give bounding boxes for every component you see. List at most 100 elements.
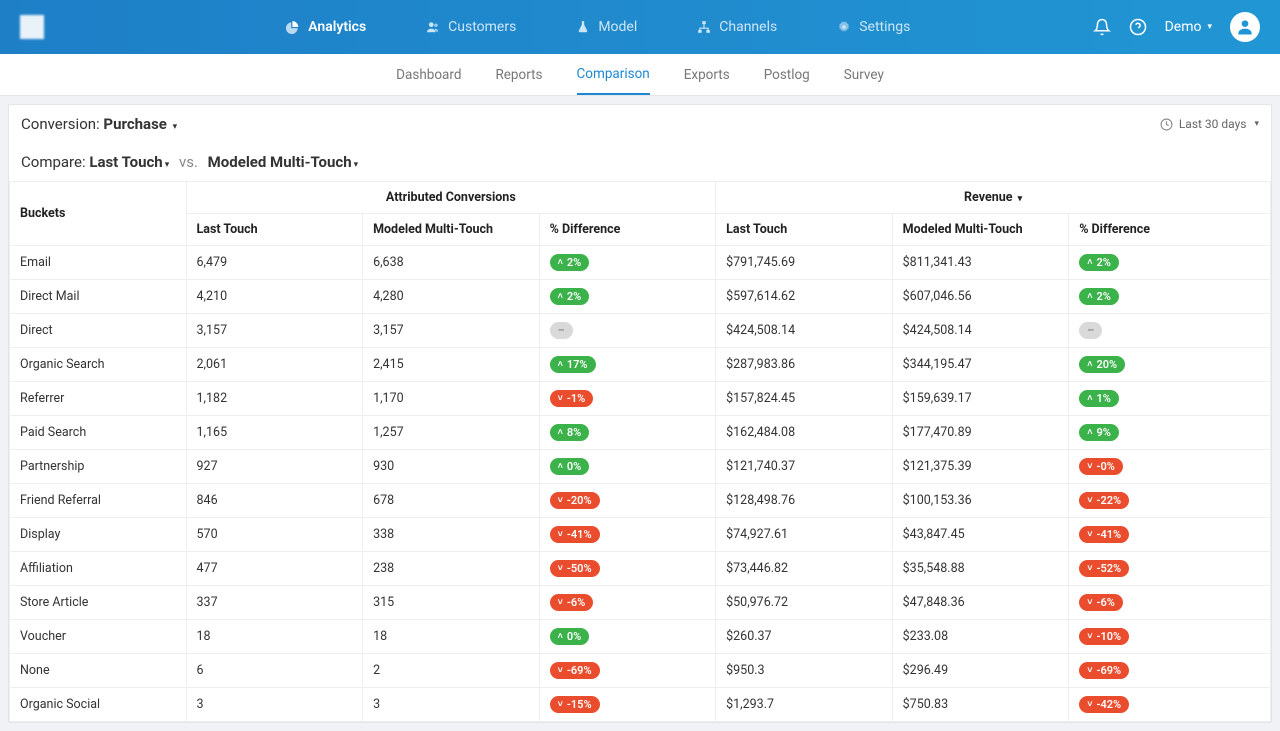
cell-conv-diff: ˅-20%	[539, 484, 716, 518]
cell-conv-model: 238	[363, 552, 540, 586]
nav-settings[interactable]: Settings	[827, 13, 920, 41]
bell-icon[interactable]	[1093, 18, 1111, 36]
date-range-picker[interactable]: Last 30 days ▾	[1160, 117, 1259, 131]
cell-bucket: Email	[10, 246, 187, 280]
tab-reports[interactable]: Reports	[495, 56, 542, 94]
arrow-down-icon: ˅	[558, 597, 563, 608]
cell-rev-last: $287,983.86	[716, 348, 893, 382]
cell-rev-last: $950.3	[716, 654, 893, 688]
cell-rev-last: $260.37	[716, 620, 893, 654]
arrow-down-icon: ˅	[558, 495, 563, 506]
nav-label: Analytics	[308, 19, 366, 35]
col-diff[interactable]: % Difference	[1069, 214, 1271, 246]
col-group-revenue[interactable]: Revenue ▾	[716, 182, 1271, 214]
diff-pill: –	[1079, 322, 1102, 339]
flask-icon	[576, 20, 590, 34]
conversion-selector[interactable]: Conversion: Purchase ▾	[21, 115, 177, 133]
compare-model-a[interactable]: Last Touch▾	[89, 153, 169, 171]
col-buckets[interactable]: Buckets	[10, 182, 187, 246]
arrow-up-icon: ˄	[558, 257, 563, 268]
table-row: Email6,4796,638˄2%$791,745.69$811,341.43…	[10, 246, 1271, 280]
cell-conv-model: 315	[363, 586, 540, 620]
cell-conv-diff: ˅-15%	[539, 688, 716, 722]
content: Conversion: Purchase ▾ Last 30 days ▾ Co…	[0, 96, 1280, 731]
user-name: Demo	[1165, 19, 1202, 35]
cell-conv-diff: ˅-1%	[539, 382, 716, 416]
cell-rev-model: $43,847.45	[892, 518, 1069, 552]
diff-pill: ˄2%	[550, 254, 590, 271]
cell-conv-model: 2	[363, 654, 540, 688]
user-menu[interactable]: Demo ▾	[1165, 19, 1212, 35]
cell-rev-model: $233.08	[892, 620, 1069, 654]
avatar[interactable]	[1230, 12, 1260, 42]
arrow-up-icon: ˄	[558, 359, 563, 370]
cell-bucket: Partnership	[10, 450, 187, 484]
tab-survey[interactable]: Survey	[844, 56, 884, 94]
col-last-touch[interactable]: Last Touch	[186, 214, 363, 246]
col-modeled[interactable]: Modeled Multi-Touch	[363, 214, 540, 246]
nav-channels[interactable]: Channels	[687, 13, 787, 41]
cell-rev-diff: ˄2%	[1069, 280, 1271, 314]
cell-bucket: Direct Mail	[10, 280, 187, 314]
cell-bucket: Affiliation	[10, 552, 187, 586]
arrow-down-icon: ˅	[1087, 529, 1092, 540]
table-row: Organic Search2,0612,415˄17%$287,983.86$…	[10, 348, 1271, 382]
col-last-touch[interactable]: Last Touch	[716, 214, 893, 246]
tab-comparison[interactable]: Comparison	[577, 55, 650, 95]
col-group-conversions: Attributed Conversions	[186, 182, 716, 214]
cell-rev-diff: ˄20%	[1069, 348, 1271, 382]
cell-rev-last: $50,976.72	[716, 586, 893, 620]
conversion-label: Conversion:	[21, 115, 100, 133]
arrow-up-icon: ˄	[1087, 393, 1092, 404]
nav-model[interactable]: Model	[566, 13, 647, 41]
cell-conv-diff: ˄2%	[539, 246, 716, 280]
cell-conv-last: 1,165	[186, 416, 363, 450]
cell-rev-diff: ˅-52%	[1069, 552, 1271, 586]
diff-pill: ˅-6%	[550, 594, 594, 611]
table-row: Friend Referral846678˅-20%$128,498.76$10…	[10, 484, 1271, 518]
table-row: Referrer1,1821,170˅-1%$157,824.45$159,63…	[10, 382, 1271, 416]
cell-conv-diff: ˄2%	[539, 280, 716, 314]
tab-postlog[interactable]: Postlog	[764, 56, 810, 94]
arrow-down-icon: ˅	[558, 563, 563, 574]
cell-rev-last: $162,484.08	[716, 416, 893, 450]
arrow-down-icon: ˅	[558, 699, 563, 710]
cell-conv-diff: ˄0%	[539, 450, 716, 484]
col-modeled[interactable]: Modeled Multi-Touch	[892, 214, 1069, 246]
table-row: Voucher1818˄0%$260.37$233.08˅-10%	[10, 620, 1271, 654]
cell-rev-diff: ˄1%	[1069, 382, 1271, 416]
nav-customers[interactable]: Customers	[416, 13, 526, 41]
compare-label: Compare:	[21, 153, 86, 171]
cell-conv-model: 4,280	[363, 280, 540, 314]
cell-conv-last: 477	[186, 552, 363, 586]
arrow-down-icon: ˅	[1087, 495, 1092, 506]
cell-conv-last: 6,479	[186, 246, 363, 280]
col-diff[interactable]: % Difference	[539, 214, 716, 246]
tab-dashboard[interactable]: Dashboard	[396, 56, 461, 94]
table-row: Direct3,1573,157–$424,508.14$424,508.14–	[10, 314, 1271, 348]
diff-pill: ˅-69%	[1079, 662, 1129, 679]
cell-conv-diff: ˄17%	[539, 348, 716, 382]
top-nav: Analytics Customers Model Channels Settings	[104, 13, 1093, 41]
arrow-down-icon: ˅	[1087, 563, 1092, 574]
table-row: Direct Mail4,2104,280˄2%$597,614.62$607,…	[10, 280, 1271, 314]
nav-label: Model	[598, 19, 637, 35]
table-row: Paid Search1,1651,257˄8%$162,484.08$177,…	[10, 416, 1271, 450]
cell-conv-last: 2,061	[186, 348, 363, 382]
compare-model-b[interactable]: Modeled Multi-Touch▾	[208, 153, 359, 171]
arrow-down-icon: ˅	[558, 529, 563, 540]
sub-nav: Dashboard Reports Comparison Exports Postlog…	[0, 54, 1280, 96]
cell-rev-last: $424,508.14	[716, 314, 893, 348]
tab-exports[interactable]: Exports	[684, 56, 730, 94]
cell-rev-model: $424,508.14	[892, 314, 1069, 348]
diff-pill: ˅-41%	[1079, 526, 1129, 543]
help-icon[interactable]	[1129, 18, 1147, 36]
cell-conv-diff: ˅-41%	[539, 518, 716, 552]
comparison-table: Buckets Attributed Conversions Revenue ▾…	[9, 181, 1271, 722]
top-right: Demo ▾	[1093, 12, 1260, 42]
cell-rev-last: $73,446.82	[716, 552, 893, 586]
diff-pill: ˄0%	[550, 628, 590, 645]
cell-conv-last: 927	[186, 450, 363, 484]
cell-conv-model: 3,157	[363, 314, 540, 348]
nav-analytics[interactable]: Analytics	[276, 13, 376, 41]
